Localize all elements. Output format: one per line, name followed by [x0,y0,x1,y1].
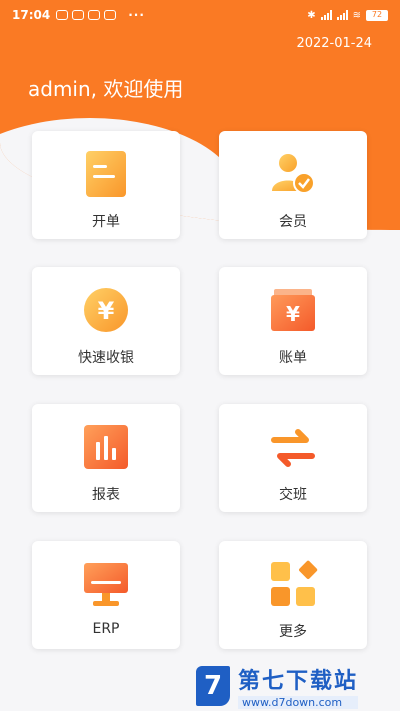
menu-card-report[interactable]: 报表 [32,404,180,512]
svg-text:¥: ¥ [98,297,115,325]
bluetooth-icon: ✱ [307,9,316,21]
wechat-icon [72,10,85,20]
menu-card-shift-handover[interactable]: 交班 [219,404,367,512]
bill-icon: ¥ [268,285,318,335]
member-icon [268,149,318,199]
signal-icon [320,10,332,20]
menu-card-quick-cashier[interactable]: ¥ 快速收银 [32,267,180,375]
more-icon [268,559,318,609]
menu-label: 报表 [92,487,120,503]
signal-icon-2 [336,10,348,20]
menu-card-more[interactable]: 更多 [219,541,367,649]
wifi-icon: ≋ [352,9,361,21]
menu-label: 开单 [92,214,120,230]
watermark-url: www.d7down.com [238,695,359,709]
alarm-icon [56,10,69,20]
report-icon [81,422,131,472]
menu-label: 更多 [279,624,307,640]
menu-card-member[interactable]: 会员 [219,131,367,239]
quick-cashier-icon: ¥ [81,285,131,335]
menu-label: 账单 [279,350,307,366]
order-icon [81,149,131,199]
message-icon [104,10,117,20]
site-watermark: 7 第七下载站 www.d7down.com [196,660,400,711]
erp-icon [81,559,131,609]
svg-text:¥: ¥ [286,302,300,326]
watermark-text: 第七下载站 www.d7down.com [238,663,359,709]
menu-card-bill[interactable]: ¥ 账单 [219,267,367,375]
status-bar: 17:04 ··· ✱ ≋ 72 [0,0,400,30]
menu-card-order[interactable]: 开单 [32,131,180,239]
welcome-text: admin, 欢迎使用 [28,77,184,101]
menu-label: 交班 [279,487,307,503]
watermark-title: 第七下载站 [238,668,359,694]
app-notification-icon [88,10,101,20]
menu-label: ERP [92,621,120,637]
menu-label: 会员 [279,214,307,230]
menu-label: 快速收银 [78,350,134,366]
watermark-logo: 7 [196,665,230,706]
current-date: 2022-01-24 [296,36,372,51]
battery-icon: 72 [366,9,388,21]
more-notifications: ··· [128,8,145,22]
shift-handover-icon [268,422,318,472]
menu-card-erp[interactable]: ERP [32,541,180,649]
status-time: 17:04 [12,8,51,22]
